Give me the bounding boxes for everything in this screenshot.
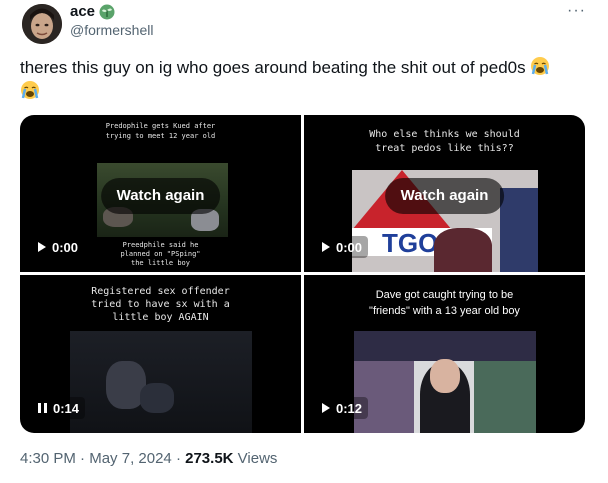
video-time[interactable]: 0:00 (32, 236, 85, 258)
play-icon (38, 242, 46, 252)
tweet-text: theres this guy on ig who goes around be… (20, 56, 590, 104)
video-player-3[interactable]: Registered sex offender tried to have sx… (20, 275, 301, 433)
separator-dot: · (175, 450, 181, 467)
video-time[interactable]: 0:12 (316, 397, 369, 419)
video-timestamp: 0:12 (336, 400, 363, 416)
video-timestamp: 0:00 (336, 239, 363, 255)
tweet-meta: 4:30 PM · May 7, 2024 · 273.5K Views (20, 450, 277, 467)
play-icon (322, 403, 330, 413)
video-timestamp: 0:00 (52, 239, 79, 255)
avatar[interactable] (22, 4, 62, 44)
video-timestamp: 0:14 (53, 400, 80, 416)
video-time[interactable]: 0:14 (32, 397, 86, 419)
tweet-date[interactable]: May 7, 2024 (89, 450, 172, 467)
video-caption-top: Registered sex offender tried to have sx… (91, 286, 230, 323)
video-thumbnail (70, 331, 252, 433)
pause-icon (38, 403, 47, 413)
video-player-1[interactable]: Predophile gets Kued after trying to mee… (20, 115, 301, 272)
watch-again-button[interactable]: Watch again (100, 178, 221, 214)
watch-again-button[interactable]: Watch again (384, 178, 505, 214)
user-handle[interactable]: @formershell (70, 22, 153, 38)
display-name[interactable]: ace (70, 3, 95, 20)
views-count: 273.5K (185, 450, 234, 467)
video-time[interactable]: 0:00 (316, 236, 369, 258)
play-icon (322, 242, 330, 252)
plant-emoji-icon (99, 4, 115, 20)
tweet-time[interactable]: 4:30 PM (20, 450, 76, 467)
video-player-2[interactable]: Who else thinks we should treat pedos li… (304, 115, 585, 272)
more-options-button[interactable]: ··· (567, 2, 586, 20)
loudly-crying-face-icon (20, 80, 40, 100)
views-label: Views (237, 450, 278, 467)
video-caption-top: Predophile gets Kued after trying to mee… (105, 122, 216, 140)
video-caption-top: Who else thinks we should treat pedos li… (369, 129, 520, 154)
video-thumbnail (354, 331, 536, 433)
video-player-4[interactable]: Dave got caught trying to be "friends" w… (304, 275, 585, 433)
tweet-body: theres this guy on ig who goes around be… (20, 58, 526, 77)
video-caption-top: Dave got caught trying to be "friends" w… (369, 289, 520, 317)
separator-dot: · (80, 450, 86, 467)
loudly-crying-face-icon (530, 56, 550, 76)
media-grid: Predophile gets Kued after trying to mee… (20, 115, 585, 433)
